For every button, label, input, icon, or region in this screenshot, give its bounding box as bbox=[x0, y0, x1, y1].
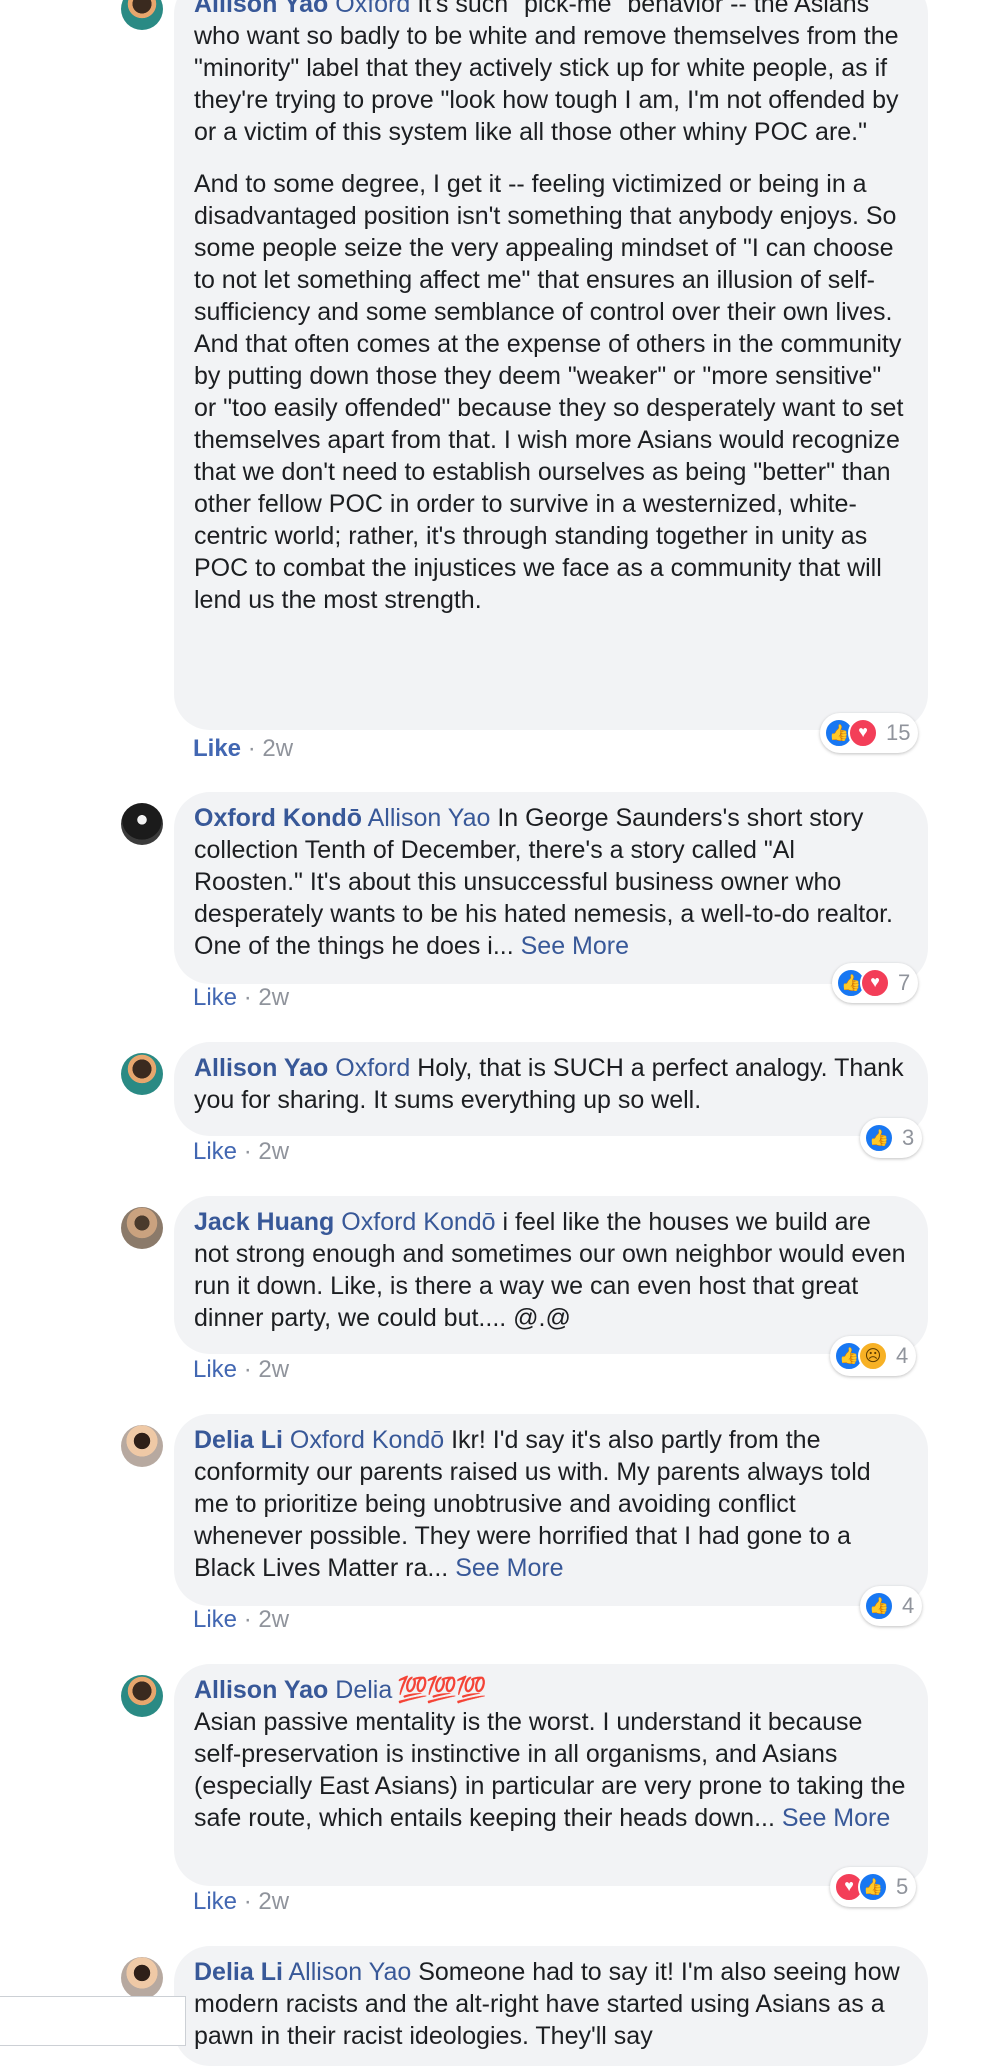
comment-author[interactable]: Delia Li bbox=[194, 1958, 283, 1986]
comment-actions: Like · 2w bbox=[193, 735, 294, 762]
like-button[interactable]: Like bbox=[193, 735, 241, 762]
comment-actions: Like · 2w bbox=[193, 1606, 290, 1633]
timestamp[interactable]: 2w bbox=[258, 984, 289, 1011]
reaction-summary[interactable]: ♥ 👍 5 bbox=[830, 1867, 917, 1907]
avatar[interactable] bbox=[121, 1675, 163, 1717]
comment-actions: Like · 2w bbox=[193, 1138, 290, 1165]
comment-author[interactable]: Allison Yao bbox=[194, 1054, 328, 1082]
timestamp[interactable]: 2w bbox=[258, 1606, 289, 1633]
comment-bubble: Allison Yao Oxford Holy, that is SUCH a … bbox=[174, 1042, 928, 1136]
reaction-count: 5 bbox=[896, 1874, 909, 1899]
like-button[interactable]: Like bbox=[193, 1356, 237, 1383]
timestamp[interactable]: 2w bbox=[262, 735, 293, 762]
love-icon: ♥ bbox=[860, 968, 890, 998]
avatar[interactable] bbox=[121, 1207, 163, 1249]
mentioned-user[interactable]: Allison Yao bbox=[368, 804, 491, 832]
see-more-link[interactable]: See More bbox=[455, 1554, 563, 1582]
mentioned-user[interactable]: Oxford bbox=[335, 0, 410, 18]
timestamp[interactable]: 2w bbox=[258, 1138, 289, 1165]
hundred-points-emoji: 💯💯💯 bbox=[392, 1676, 486, 1704]
comment-text: And to some degree, I get it -- feeling … bbox=[194, 170, 904, 614]
avatar[interactable] bbox=[121, 803, 163, 845]
like-button[interactable]: Like bbox=[193, 1888, 237, 1915]
mentioned-user[interactable]: Oxford Kondō bbox=[341, 1208, 495, 1236]
reaction-count: 3 bbox=[902, 1125, 915, 1150]
comment-actions: Like · 2w bbox=[193, 1356, 290, 1383]
comment-actions: Like · 2w bbox=[193, 984, 290, 1011]
comment-actions: Like · 2w bbox=[193, 1888, 290, 1915]
comment-author[interactable]: Jack Huang bbox=[194, 1208, 334, 1236]
like-icon: 👍 bbox=[864, 1123, 894, 1153]
see-more-link[interactable]: See More bbox=[782, 1804, 890, 1832]
mentioned-user[interactable]: Allison Yao bbox=[289, 1958, 412, 1986]
like-button[interactable]: Like bbox=[193, 1138, 237, 1165]
comment-bubble: Delia Li Oxford Kondō Ikr! I'd say it's … bbox=[174, 1414, 928, 1606]
like-button[interactable]: Like bbox=[193, 1606, 237, 1633]
reaction-summary[interactable]: 👍 ♥ 15 bbox=[820, 713, 919, 753]
comment-author[interactable]: Oxford Kondō bbox=[194, 804, 362, 832]
comment-bubble: Allison Yao Delia 💯💯💯 Asian passive ment… bbox=[174, 1664, 928, 1886]
reaction-count: 4 bbox=[902, 1593, 915, 1618]
comment-bubble: Delia Li Allison Yao Someone had to say … bbox=[174, 1946, 928, 2066]
avatar[interactable] bbox=[121, 1425, 163, 1467]
reaction-summary[interactable]: 👍 3 bbox=[860, 1118, 923, 1158]
avatar[interactable] bbox=[121, 1957, 163, 1999]
love-icon: ♥ bbox=[848, 718, 878, 748]
comment-bubble: Jack Huang Oxford Kondō i feel like the … bbox=[174, 1196, 928, 1354]
comment-author[interactable]: Delia Li bbox=[194, 1426, 283, 1454]
reaction-count: 7 bbox=[898, 970, 911, 995]
reaction-summary[interactable]: 👍 ☹ 4 bbox=[830, 1336, 917, 1376]
comment-author[interactable]: Allison Yao bbox=[194, 0, 328, 18]
reaction-count: 4 bbox=[896, 1343, 909, 1368]
like-icon: 👍 bbox=[864, 1591, 894, 1621]
timestamp[interactable]: 2w bbox=[258, 1888, 289, 1915]
avatar[interactable] bbox=[121, 0, 163, 30]
like-icon: 👍 bbox=[858, 1872, 888, 1902]
timestamp[interactable]: 2w bbox=[258, 1356, 289, 1383]
mentioned-user[interactable]: Oxford Kondō bbox=[290, 1426, 444, 1454]
reaction-summary[interactable]: 👍 ♥ 7 bbox=[832, 963, 919, 1003]
see-more-link[interactable]: See More bbox=[521, 932, 629, 960]
reaction-summary[interactable]: 👍 4 bbox=[860, 1586, 923, 1626]
avatar[interactable] bbox=[121, 1053, 163, 1095]
comment-author[interactable]: Allison Yao bbox=[194, 1676, 328, 1704]
sad-icon: ☹ bbox=[858, 1341, 888, 1371]
mentioned-user[interactable]: Oxford bbox=[335, 1054, 410, 1082]
reaction-count: 15 bbox=[886, 720, 911, 745]
mentioned-user[interactable]: Delia bbox=[335, 1676, 392, 1704]
chat-tab-edge[interactable] bbox=[0, 1996, 186, 2046]
comment-text: It's such "pick-me" behavior -- the Asia… bbox=[194, 0, 899, 146]
comment-bubble: Oxford Kondō Allison Yao In George Saund… bbox=[174, 792, 928, 984]
comment-bubble: Allison Yao Oxford It's such "pick-me" b… bbox=[174, 0, 928, 730]
like-button[interactable]: Like bbox=[193, 984, 237, 1011]
